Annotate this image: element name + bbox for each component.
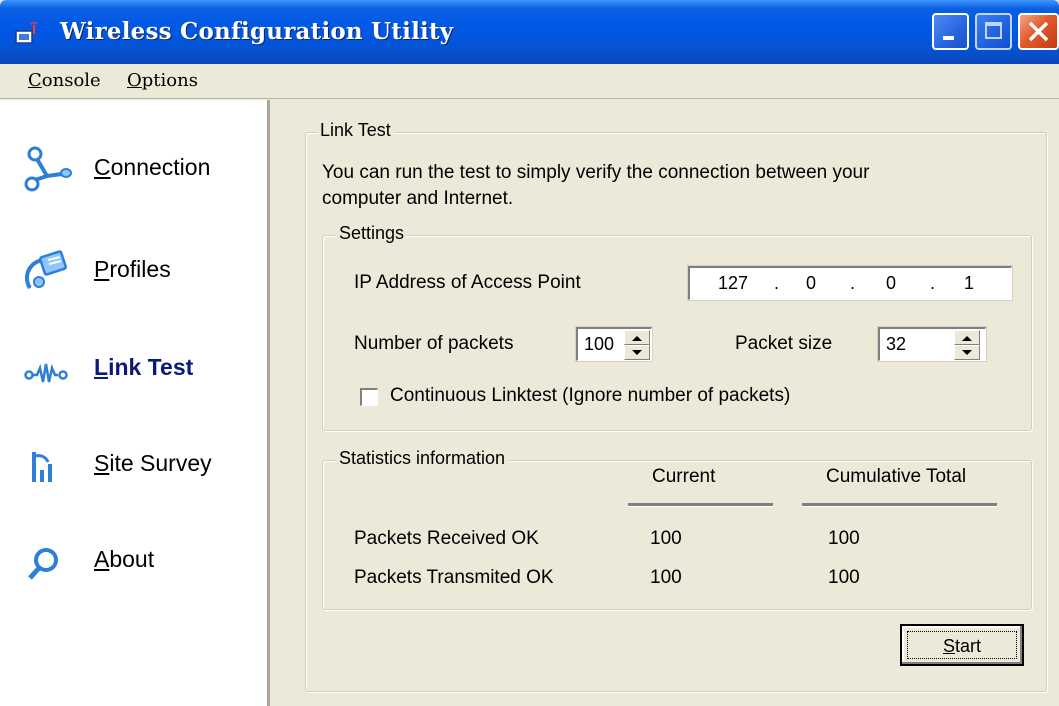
sidebar-item-label: Site Survey	[94, 450, 212, 476]
statistics-legend: Statistics information	[336, 448, 509, 469]
link-test-legend: Link Test	[317, 120, 394, 141]
menu-bar: Console Options	[0, 64, 1059, 99]
packets-value: 100	[584, 334, 615, 354]
link-test-icon	[24, 363, 68, 383]
packets-stepper[interactable]: 100	[575, 326, 653, 362]
ip-octet-3: 0	[886, 273, 897, 293]
close-button[interactable]	[1018, 13, 1059, 50]
settings-legend: Settings	[336, 223, 408, 244]
col-cumulative-header: Cumulative Total	[826, 466, 967, 487]
packet-size-label: Packet size	[735, 333, 833, 354]
menu-console[interactable]: Console	[28, 70, 101, 91]
ip-octet-1: 127	[718, 273, 749, 293]
start-button[interactable]: Start	[900, 624, 1024, 666]
packet-size-value: 32	[886, 334, 907, 354]
maximize-button[interactable]	[975, 13, 1012, 50]
col-current-header: Current	[652, 466, 716, 487]
sidebar-item-profiles[interactable]: Profiles	[0, 236, 267, 306]
ip-address-label: IP Address of Access Point	[354, 272, 581, 293]
minimize-icon	[943, 36, 954, 40]
ip-dot: .	[930, 273, 936, 293]
arrow-up-icon	[962, 336, 972, 341]
sidebar-item-label: Link Test	[94, 354, 194, 380]
link-test-panel: Link Test You can run the test to simply…	[280, 100, 1059, 706]
ip-dot: .	[850, 273, 856, 293]
stat-row-label: Packets Transmited OK	[354, 567, 554, 588]
profiles-icon	[24, 250, 67, 290]
sidebar-item-label: About	[94, 546, 155, 572]
sidebar-item-site-survey[interactable]: Site Survey	[0, 430, 267, 500]
menu-options[interactable]: Options	[127, 70, 198, 91]
packet-size-spinner	[954, 330, 980, 360]
sidebar: Connection Profiles Link Test Site Surve…	[0, 100, 270, 706]
minimize-button[interactable]	[932, 13, 969, 50]
window-title: Wireless Configuration Utility	[60, 18, 454, 45]
ip-octet-2: 0	[806, 273, 817, 293]
maximize-icon	[985, 22, 1002, 39]
sidebar-item-label: Profiles	[94, 256, 171, 282]
app-window: Wireless Configuration Utility Console O…	[0, 0, 1059, 706]
sidebar-item-link-test[interactable]: Link Test	[0, 334, 267, 404]
stat-row-cumulative: 100	[828, 528, 860, 549]
title-bar[interactable]: Wireless Configuration Utility	[0, 0, 1059, 64]
packets-down-button[interactable]	[624, 345, 650, 360]
packets-spinner	[624, 330, 650, 360]
stat-row-current: 100	[650, 528, 682, 549]
divider	[628, 503, 773, 507]
packets-label: Number of packets	[354, 333, 514, 354]
menu-console-mnemonic: C	[28, 70, 42, 91]
ip-address-input[interactable]: 127 . 0 . 0 . 1	[687, 265, 1013, 301]
app-icon	[15, 22, 38, 44]
arrow-up-icon	[632, 336, 642, 341]
packets-up-button[interactable]	[624, 330, 650, 345]
about-icon	[28, 548, 58, 580]
menu-console-label: onsole	[41, 70, 101, 91]
sidebar-item-connection[interactable]: Connection	[0, 134, 267, 204]
ip-dot: .	[774, 273, 780, 293]
arrow-down-icon	[632, 350, 642, 355]
site-survey-icon	[32, 452, 52, 482]
continuous-linktest-checkbox[interactable]	[360, 388, 378, 406]
stat-row-label: Packets Received OK	[354, 528, 539, 549]
sidebar-item-about[interactable]: About	[0, 526, 267, 596]
stat-row-current: 100	[650, 567, 682, 588]
menu-options-mnemonic: O	[127, 70, 142, 91]
divider	[802, 503, 997, 507]
description-line-1: You can run the test to simply verify th…	[322, 162, 870, 183]
sidebar-item-label: Connection	[94, 154, 211, 180]
menu-options-label: ptions	[141, 70, 198, 91]
packet-size-down-button[interactable]	[954, 345, 980, 360]
ip-octet-4: 1	[964, 273, 975, 293]
description-line-2: computer and Internet.	[322, 188, 514, 209]
stat-row-cumulative: 100	[828, 567, 860, 588]
start-button-label: Start	[942, 636, 982, 656]
packet-size-up-button[interactable]	[954, 330, 980, 345]
arrow-down-icon	[962, 350, 972, 355]
packet-size-stepper[interactable]: 32	[877, 326, 987, 362]
connection-icon	[24, 146, 72, 192]
continuous-linktest-label: Continuous Linktest (Ignore number of pa…	[390, 385, 791, 406]
close-icon	[1028, 21, 1049, 42]
